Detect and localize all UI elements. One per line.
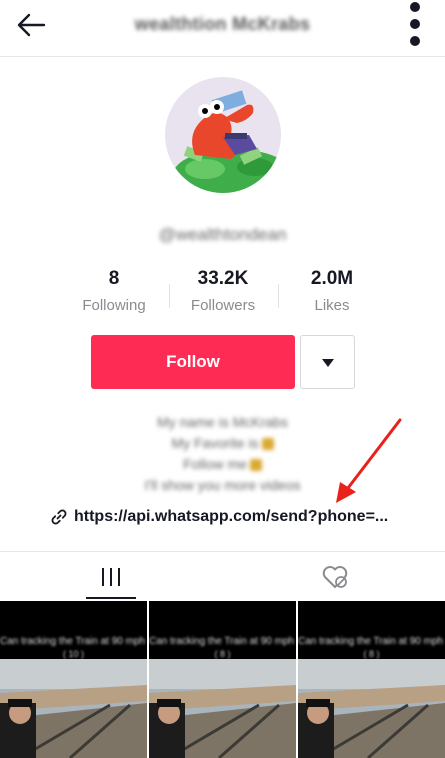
video-thumbnail[interactable]: Can tracking the Train at 90 mph ( 10 )	[0, 601, 147, 758]
stat-label: Likes	[314, 297, 350, 314]
video-part-count: ( 8 )	[214, 649, 231, 659]
caret-down-icon	[322, 359, 334, 367]
follow-button[interactable]: Follow	[91, 335, 295, 389]
video-caption: Can tracking the Train at 90 mph	[0, 636, 146, 647]
stat-value: 8	[108, 268, 120, 289]
top-bar: wealthtion McKrabs	[0, 0, 445, 52]
heart-hidden-icon	[322, 566, 348, 588]
bio-line: My name is McKrabs	[157, 414, 288, 430]
bio-line: Follow me	[0, 454, 445, 475]
bio-line: I'll show you more videos	[144, 477, 301, 493]
profile-username: @wealthtondean	[158, 225, 287, 244]
more-options-button[interactable]	[402, 0, 428, 52]
avatar[interactable]	[165, 77, 281, 193]
link-icon	[51, 509, 67, 525]
hand-emoji-icon	[249, 459, 262, 472]
stat-label: Following	[82, 297, 146, 314]
stat-likes[interactable]: 2.0M Likes	[272, 268, 392, 314]
stat-value: 33.2K	[197, 268, 249, 289]
video-grid: Can tracking the Train at 90 mph ( 10 ) …	[0, 601, 445, 758]
tab-liked[interactable]	[222, 552, 445, 600]
profile-title: wealthtion McKrabs	[134, 14, 311, 34]
grid-icon	[102, 568, 120, 586]
video-part-count: ( 10 )	[62, 649, 84, 659]
video-caption: Can tracking the Train at 90 mph	[298, 636, 444, 647]
suggested-accounts-button[interactable]	[300, 335, 355, 389]
header-divider	[0, 56, 445, 57]
stat-value: 2.0M	[310, 268, 354, 289]
video-part-count: ( 8 )	[363, 649, 380, 659]
stat-followers[interactable]: 33.2K Followers	[163, 268, 283, 314]
stat-label: Followers	[190, 297, 256, 314]
tab-videos[interactable]	[0, 552, 222, 600]
money-bag-emoji-icon	[261, 438, 274, 451]
active-tab-indicator	[86, 597, 136, 599]
video-caption: Can tracking the Train at 90 mph	[149, 636, 295, 647]
bio: My name is McKrabs My Favorite is Follow…	[0, 412, 445, 496]
bio-line: My Favorite is	[0, 433, 445, 454]
bio-link-text: https://api.whatsapp.com/send?phone=...	[74, 508, 389, 525]
video-thumbnail[interactable]: Can tracking the Train at 90 mph ( 8 )	[149, 601, 296, 758]
video-thumbnail[interactable]: Can tracking the Train at 90 mph ( 8 )	[298, 601, 445, 758]
stat-following[interactable]: 8 Following	[54, 268, 174, 314]
bio-link[interactable]: https://api.whatsapp.com/send?phone=...	[50, 506, 410, 528]
